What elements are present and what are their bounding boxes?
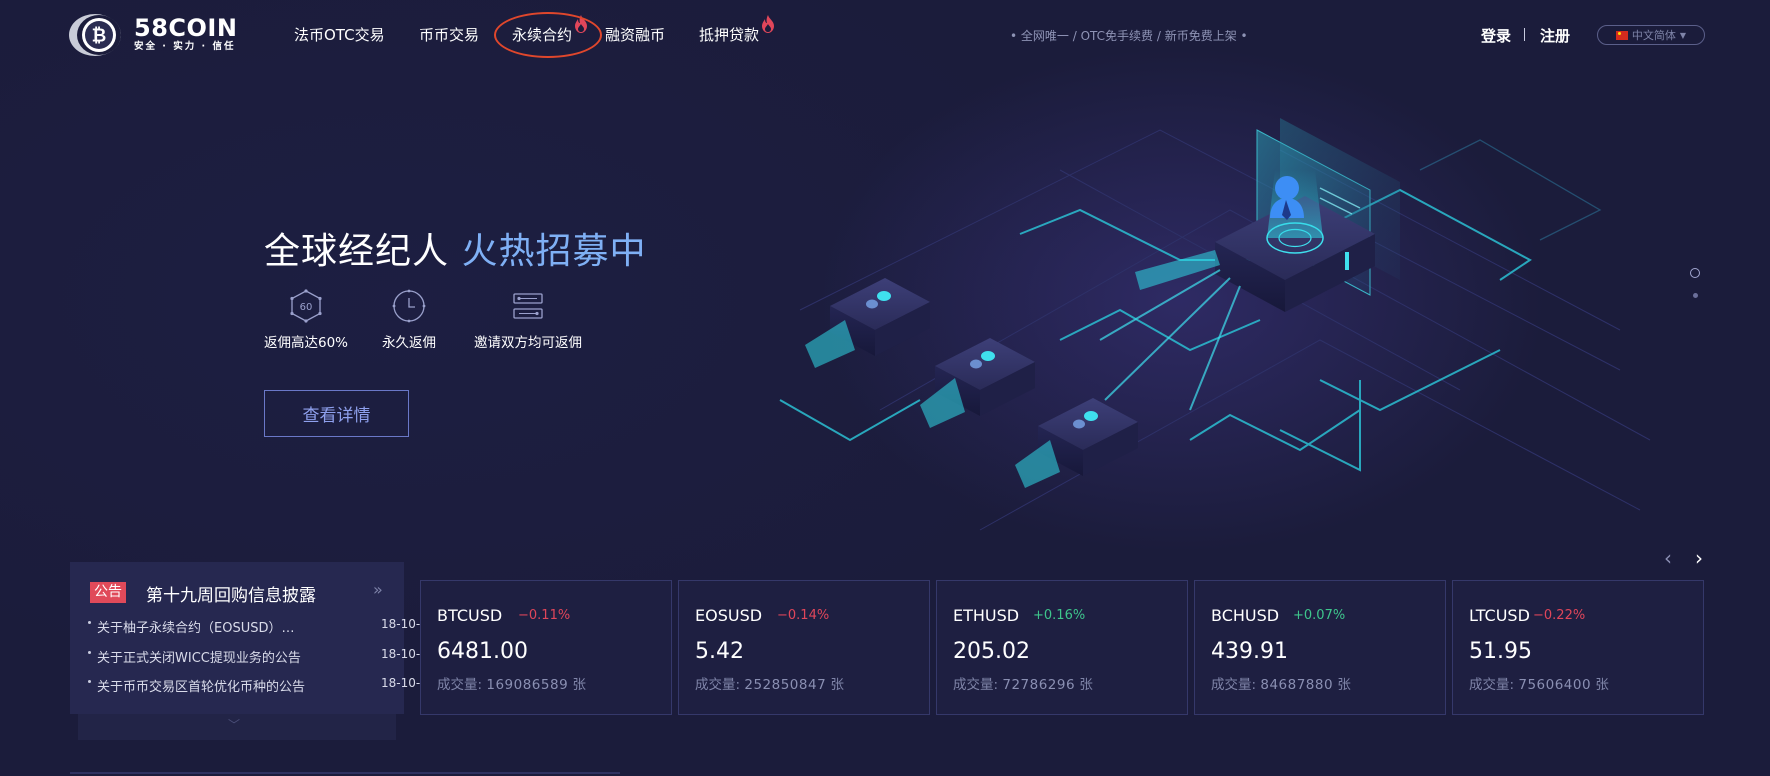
china-flag-icon xyxy=(1615,30,1628,40)
hot-flame-icon xyxy=(760,14,776,38)
feature-label: 邀请双方均可返佣 xyxy=(474,335,582,351)
hero-illustration xyxy=(760,110,1660,550)
hero-title-highlight: 火热招募中 xyxy=(461,231,647,272)
market-change: +0.07% xyxy=(1293,608,1346,623)
hero-title: 全球经纪人 火热招募中 xyxy=(264,222,646,274)
market-price: 439.91 xyxy=(1211,639,1288,664)
nav-item-coin-trading[interactable]: 币币交易 xyxy=(419,24,479,45)
market-price: 51.95 xyxy=(1469,639,1532,664)
top-header: ₿ 58COIN 安全 · 实力 · 信任 法币OTC交易 币币交易 永续合约 … xyxy=(0,0,1770,70)
announcement-panel: 公告 第十九周回购信息披露 » 关于柚子永续合约（EOSUSD）… 18-10-2… xyxy=(70,562,435,714)
market-change: +0.16% xyxy=(1033,608,1086,623)
svg-text:60: 60 xyxy=(300,302,313,313)
market-change: −0.14% xyxy=(777,608,830,623)
market-symbol: LTCUSD xyxy=(1469,606,1530,625)
register-link[interactable]: 注册 xyxy=(1540,25,1570,46)
feature-permanent-rebate: 永久返佣 xyxy=(382,288,436,351)
language-selector[interactable]: 中文简体 ▼ xyxy=(1597,25,1705,45)
announcement-item[interactable]: 关于柚子永续合约（EOSUSD）… 18-10-26 xyxy=(88,617,435,636)
feature-label: 返佣高达60% xyxy=(264,335,349,351)
market-volume: 成交量: 252850847 张 xyxy=(695,677,844,693)
announcement-item[interactable]: 关于正式关闭WICC提现业务的公告 18-10-25 xyxy=(88,647,435,666)
market-volume: 成交量: 72786296 张 xyxy=(953,677,1093,693)
market-symbol: BCHUSD xyxy=(1211,606,1280,625)
nav-item-loan[interactable]: 抵押贷款 xyxy=(699,24,759,45)
nav-item-margin[interactable]: 融资融币 xyxy=(605,24,665,45)
market-price: 205.02 xyxy=(953,639,1030,664)
feature-label: 永久返佣 xyxy=(382,335,436,351)
nav-item-fiat-otc[interactable]: 法币OTC交易 xyxy=(294,24,385,45)
header-tagline: • 全网唯一 / OTC免手续费 / 新币免费上架 • xyxy=(1010,29,1248,43)
double-chevron-right-icon[interactable]: » xyxy=(373,580,383,599)
market-card-bchusd[interactable]: BCHUSD +0.07% 439.91 成交量: 84687880 张 xyxy=(1194,580,1446,715)
brand-slogan: 安全 · 实力 · 信任 xyxy=(134,41,236,52)
market-volume: 成交量: 75606400 张 xyxy=(1469,677,1609,693)
hexagon-60-icon: 60 xyxy=(286,288,326,324)
hot-flame-icon xyxy=(573,14,589,38)
brand-name: 58COIN xyxy=(134,14,238,42)
brand-logo[interactable]: ₿ 58COIN 安全 · 实力 · 信任 xyxy=(68,12,248,58)
carousel-prev-button[interactable]: ‹ xyxy=(1664,548,1672,568)
bullet-icon xyxy=(88,680,91,683)
announcement-item[interactable]: 关于币币交易区首轮优化币种的公告 18-10-25 xyxy=(88,676,435,695)
slide-indicators xyxy=(1690,268,1700,298)
svg-text:₿: ₿ xyxy=(92,26,107,47)
clock-icon xyxy=(389,288,429,324)
slide-indicator[interactable] xyxy=(1693,293,1698,298)
market-card-eosusd[interactable]: EOSUSD −0.14% 5.42 成交量: 252850847 张 xyxy=(678,580,930,715)
caret-down-icon: ▼ xyxy=(1679,30,1687,40)
announcement-title[interactable]: 第十九周回购信息披露 xyxy=(146,581,316,606)
nav-item-perpetual[interactable]: 永续合约 xyxy=(512,24,572,45)
market-change: −0.11% xyxy=(518,608,571,623)
market-symbol: ETHUSD xyxy=(953,606,1020,625)
market-symbol: EOSUSD xyxy=(695,606,763,625)
view-details-button[interactable]: 查看详情 xyxy=(264,390,409,437)
market-price: 5.42 xyxy=(695,639,744,664)
bottom-divider xyxy=(70,772,620,774)
market-volume: 成交量: 84687880 张 xyxy=(1211,677,1351,693)
slide-indicator-active[interactable] xyxy=(1690,268,1700,278)
announcement-tag: 公告 xyxy=(90,582,126,603)
market-card-ethusd[interactable]: ETHUSD +0.16% 205.02 成交量: 72786296 张 xyxy=(936,580,1188,715)
market-volume: 成交量: 169086589 张 xyxy=(437,677,586,693)
chevron-down-icon: ﹀ xyxy=(228,718,241,732)
market-card-ltcusd[interactable]: LTCUSD −0.22% 51.95 成交量: 75606400 张 xyxy=(1452,580,1704,715)
hero-title-main: 全球经纪人 xyxy=(264,231,450,272)
language-label: 中文简体 xyxy=(1631,29,1676,42)
market-price: 6481.00 xyxy=(437,639,528,664)
market-change: −0.22% xyxy=(1533,608,1586,623)
link-icon xyxy=(508,288,548,324)
bitcoin-logo-icon: ₿ xyxy=(68,12,126,58)
market-card-btcusd[interactable]: BTCUSD −0.11% 6481.00 成交量: 169086589 张 xyxy=(420,580,672,715)
market-symbol: BTCUSD xyxy=(437,606,503,625)
login-link[interactable]: 登录 xyxy=(1481,25,1511,46)
bullet-icon xyxy=(88,651,91,654)
auth-divider xyxy=(1524,28,1525,41)
feature-invite-rebate: 邀请双方均可返佣 xyxy=(474,288,582,351)
feature-rebate-60: 60 返佣高达60% xyxy=(264,288,348,351)
bullet-icon xyxy=(88,621,91,624)
carousel-next-button[interactable]: › xyxy=(1695,548,1703,568)
